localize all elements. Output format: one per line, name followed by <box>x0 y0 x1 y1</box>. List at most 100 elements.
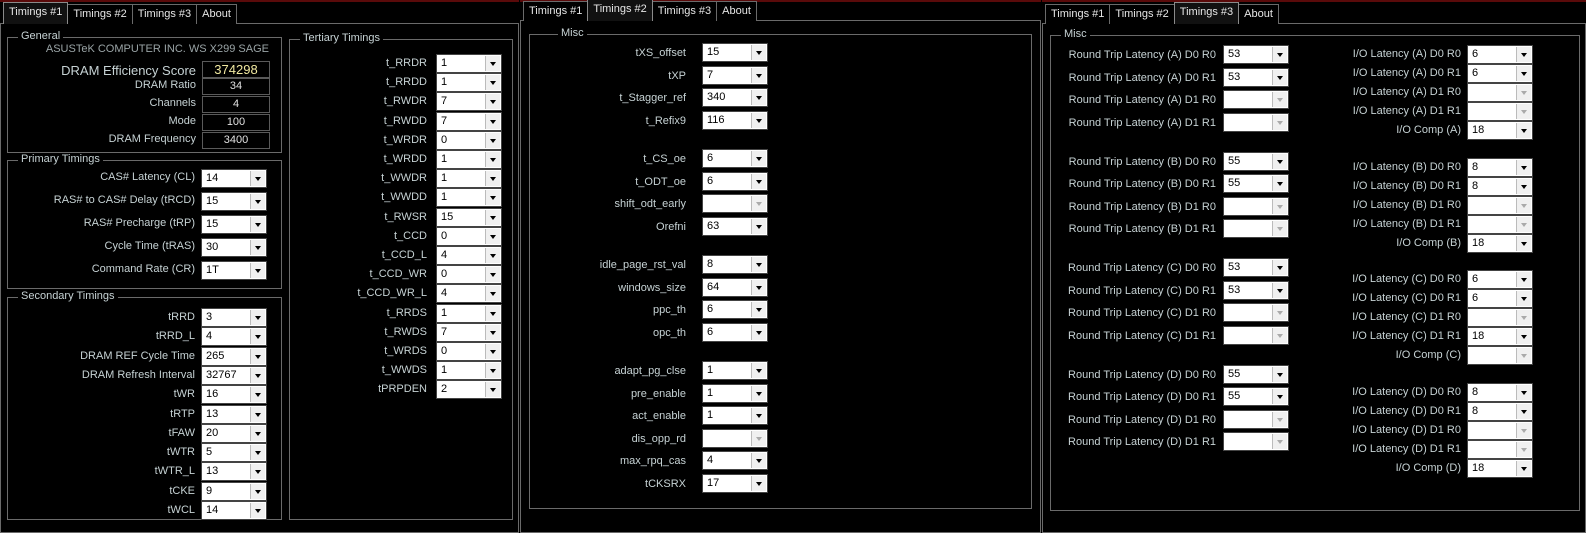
t-ccd-wr-l-select[interactable]: 4 <box>436 284 502 304</box>
chevron-down-icon[interactable] <box>1272 327 1287 343</box>
i-o-latency-d-d1-r1-select[interactable] <box>1467 439 1533 459</box>
i-o-comp-c-select[interactable] <box>1467 346 1533 365</box>
tab-timings-2[interactable]: Timings #2 <box>67 4 133 24</box>
chevron-down-icon[interactable] <box>751 257 766 272</box>
tfaw-select[interactable]: 20 <box>201 423 267 443</box>
i-o-latency-c-d1-r1-select[interactable]: 18 <box>1467 327 1533 346</box>
chevron-down-icon[interactable] <box>250 217 265 232</box>
i-o-latency-a-d1-r1-select[interactable] <box>1467 102 1533 121</box>
chevron-down-icon[interactable] <box>1516 159 1531 175</box>
chevron-down-icon[interactable] <box>250 503 265 518</box>
t-wwds-select[interactable]: 1 <box>436 361 502 381</box>
t-stagger-ref-select[interactable]: 340 <box>702 88 768 107</box>
t-rrds-select[interactable]: 1 <box>436 303 502 323</box>
chevron-down-icon[interactable] <box>250 310 265 325</box>
t-rwdr-select[interactable]: 7 <box>436 92 502 112</box>
chevron-down-icon[interactable] <box>1516 47 1531 62</box>
cycle-time-tras-select[interactable]: 30 <box>201 238 267 257</box>
chevron-down-icon[interactable] <box>1272 282 1287 298</box>
t-rwds-select[interactable]: 7 <box>436 322 502 342</box>
chevron-down-icon[interactable] <box>485 363 500 379</box>
round-trip-latency-c-d0-r0-select[interactable]: 53 <box>1223 258 1289 277</box>
chevron-down-icon[interactable] <box>1516 104 1531 119</box>
chevron-down-icon[interactable] <box>250 464 265 480</box>
round-trip-latency-b-d1-r0-select[interactable] <box>1223 196 1289 216</box>
chevron-down-icon[interactable] <box>1272 47 1287 62</box>
chevron-down-icon[interactable] <box>1516 441 1531 457</box>
chevron-down-icon[interactable] <box>751 324 766 340</box>
chevron-down-icon[interactable] <box>1272 221 1287 236</box>
txp-select[interactable]: 7 <box>702 65 768 85</box>
ras-precharge-trp-select[interactable]: 15 <box>201 215 267 234</box>
chevron-down-icon[interactable] <box>250 348 265 364</box>
chevron-down-icon[interactable] <box>751 196 766 211</box>
chevron-down-icon[interactable] <box>1516 348 1531 363</box>
tab-about[interactable]: About <box>1238 4 1279 24</box>
round-trip-latency-c-d1-r1-select[interactable] <box>1223 325 1289 345</box>
chevron-down-icon[interactable] <box>485 382 500 398</box>
chevron-down-icon[interactable] <box>1272 114 1287 130</box>
t-odt-oe-select[interactable]: 6 <box>702 171 768 191</box>
pre-enable-select[interactable]: 1 <box>702 383 768 403</box>
tab-timings-2[interactable]: Timings #2 <box>587 0 653 21</box>
chevron-down-icon[interactable] <box>751 112 766 128</box>
i-o-latency-c-d0-r1-select[interactable]: 6 <box>1467 289 1533 308</box>
chevron-down-icon[interactable] <box>485 248 500 263</box>
t-rwdd-select[interactable]: 7 <box>436 111 502 131</box>
chevron-down-icon[interactable] <box>1516 310 1531 325</box>
chevron-down-icon[interactable] <box>1272 366 1287 382</box>
chevron-down-icon[interactable] <box>751 475 766 491</box>
max-rpq-cas-select[interactable]: 4 <box>702 451 768 470</box>
i-o-comp-b-select[interactable]: 18 <box>1467 233 1533 253</box>
round-trip-latency-a-d1-r0-select[interactable] <box>1223 90 1289 109</box>
tcke-select[interactable]: 9 <box>201 481 267 501</box>
cas-latency-cl-select[interactable]: 14 <box>201 169 267 188</box>
chevron-down-icon[interactable] <box>485 228 500 244</box>
chevron-down-icon[interactable] <box>1272 411 1287 427</box>
round-trip-latency-d-d0-r0-select[interactable]: 55 <box>1223 364 1289 384</box>
t-rrdr-select[interactable]: 1 <box>436 54 502 73</box>
chevron-down-icon[interactable] <box>751 363 766 378</box>
t-wrdr-select[interactable]: 0 <box>436 130 502 150</box>
chevron-down-icon[interactable] <box>250 263 265 278</box>
twtr-l-select[interactable]: 13 <box>201 462 267 482</box>
chevron-down-icon[interactable] <box>1272 92 1287 107</box>
i-o-latency-a-d0-r0-select[interactable]: 6 <box>1467 45 1533 64</box>
round-trip-latency-b-d0-r0-select[interactable]: 55 <box>1223 151 1289 171</box>
txs-offset-select[interactable]: 15 <box>702 43 768 62</box>
shift-odt-early-select[interactable] <box>702 194 768 213</box>
i-o-comp-d-select[interactable]: 18 <box>1467 458 1533 478</box>
chevron-down-icon[interactable] <box>1516 123 1531 138</box>
chevron-down-icon[interactable] <box>485 344 500 359</box>
chevron-down-icon[interactable] <box>1272 176 1287 191</box>
chevron-down-icon[interactable] <box>250 483 265 499</box>
chevron-down-icon[interactable] <box>250 367 265 383</box>
round-trip-latency-d-d1-r1-select[interactable] <box>1223 432 1289 451</box>
chevron-down-icon[interactable] <box>1272 69 1287 85</box>
chevron-down-icon[interactable] <box>1516 422 1531 438</box>
round-trip-latency-a-d0-r1-select[interactable]: 53 <box>1223 67 1289 87</box>
trtp-select[interactable]: 13 <box>201 404 267 424</box>
chevron-down-icon[interactable] <box>751 430 766 446</box>
i-o-latency-d-d0-r1-select[interactable]: 8 <box>1467 401 1533 421</box>
i-o-latency-b-d0-r1-select[interactable]: 8 <box>1467 176 1533 196</box>
i-o-latency-a-d0-r1-select[interactable]: 6 <box>1467 64 1533 83</box>
chevron-down-icon[interactable] <box>485 267 500 283</box>
chevron-down-icon[interactable] <box>485 94 500 110</box>
chevron-down-icon[interactable] <box>250 171 265 186</box>
ppc-th-select[interactable]: 6 <box>702 300 768 319</box>
chevron-down-icon[interactable] <box>485 190 500 206</box>
chevron-down-icon[interactable] <box>751 151 766 166</box>
chevron-down-icon[interactable] <box>250 240 265 255</box>
t-refix9-select[interactable]: 116 <box>702 110 768 130</box>
chevron-down-icon[interactable] <box>485 152 500 167</box>
chevron-down-icon[interactable] <box>1516 329 1531 344</box>
tab-timings-3[interactable]: Timings #3 <box>131 4 198 24</box>
round-trip-latency-a-d1-r1-select[interactable] <box>1223 112 1289 132</box>
adapt-pg-clse-select[interactable]: 1 <box>702 361 768 380</box>
tab-about[interactable]: About <box>196 4 237 24</box>
twr-select[interactable]: 16 <box>201 385 267 405</box>
chevron-down-icon[interactable] <box>250 406 265 422</box>
chevron-down-icon[interactable] <box>1516 272 1531 287</box>
tab-timings-3[interactable]: Timings #3 <box>651 1 718 21</box>
